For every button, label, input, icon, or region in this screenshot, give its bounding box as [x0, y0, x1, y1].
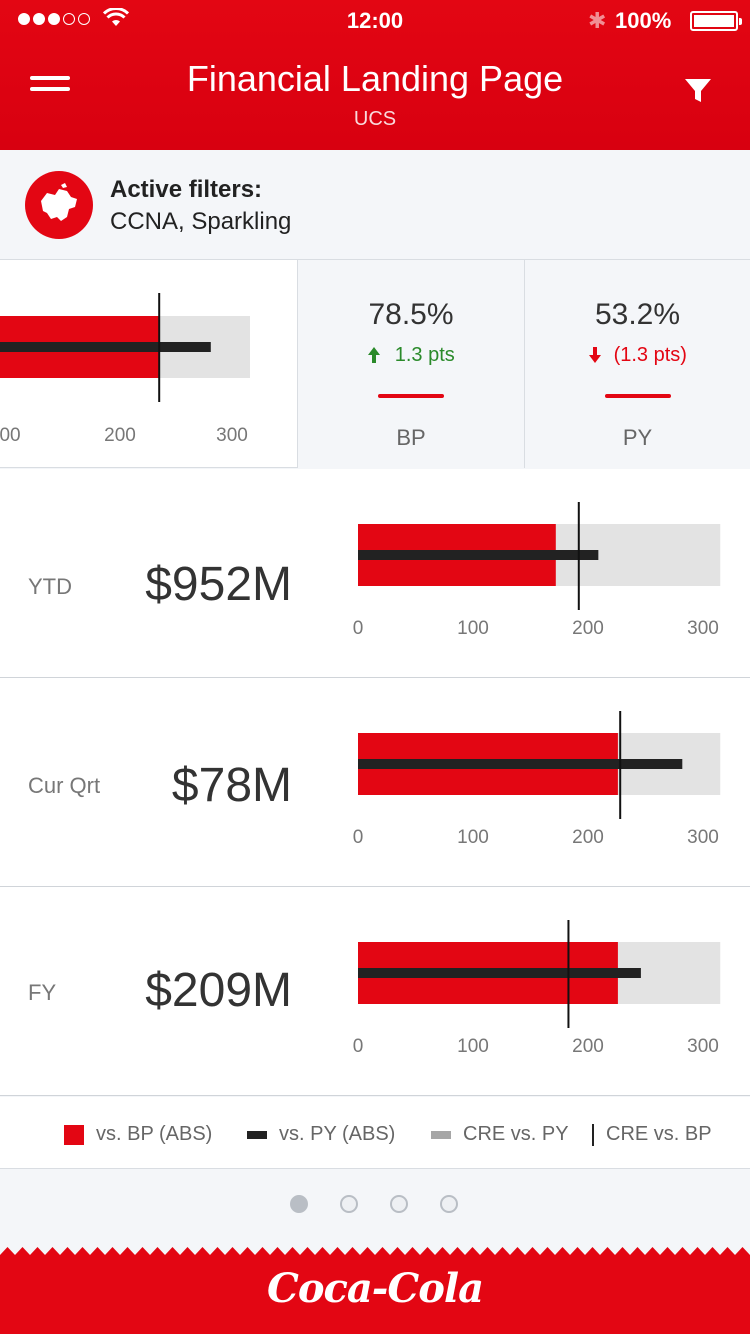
kpi-bp-delta-text: 1.3 pts [394, 344, 455, 366]
kpi-card-bp[interactable]: 78.5% 1.3 pts BP [298, 260, 525, 468]
metric-value: $78M [171, 759, 292, 812]
axis-tick-label: 00 [0, 425, 21, 446]
legend-item-cre-bp: CRE vs. BP [592, 1123, 712, 1146]
active-filters-label: Active filters: [110, 176, 263, 203]
axis-tick-label: 100 [457, 827, 489, 848]
page-dot-3[interactable] [390, 1195, 408, 1213]
page-dot-2[interactable] [340, 1195, 358, 1213]
kpi-summary-chart[interactable]: 00 200 300 [0, 260, 298, 468]
kpi-py-label: PY [622, 425, 653, 450]
kpi-py-indicator [604, 394, 671, 398]
metric-label: YTD [28, 574, 72, 599]
kpi-bp-label: BP [396, 425, 426, 450]
axis-tick-label: 300 [216, 425, 248, 446]
axis-tick-label: 200 [104, 425, 136, 446]
vs-py-bar [358, 968, 641, 978]
chart-legend: vs. BP (ABS) vs. PY (ABS) CRE vs. PY CRE… [0, 1097, 750, 1169]
metric-value: $952M [145, 558, 292, 611]
active-filters-value: CCNA, Sparkling [110, 208, 292, 235]
legend-swatch [431, 1130, 451, 1139]
axis-tick-label: 0 [353, 827, 364, 848]
legend-swatch [247, 1130, 267, 1139]
battery-icon [690, 11, 742, 31]
metric-row-ytd[interactable]: YTD $952M 0 100 200 300 [0, 469, 750, 678]
summary-bullet-chart: 00 200 300 [0, 293, 250, 446]
battery-percent: 100% [615, 8, 672, 33]
page-dot-1[interactable] [290, 1195, 308, 1213]
legend-swatch [64, 1124, 84, 1145]
axis-tick-label: 200 [572, 1036, 604, 1057]
metric-label: FY [28, 980, 57, 1005]
page-indicator [0, 1169, 750, 1247]
page-dot-4[interactable] [440, 1195, 458, 1213]
arrow-up-icon [367, 344, 395, 366]
axis-tick-label: 300 [687, 1036, 719, 1057]
bullet-chart-fy: 0 100 200 300 [353, 920, 721, 1057]
axis-tick-label: 300 [687, 618, 719, 639]
brand-footer: Coca-Cola [0, 1247, 750, 1334]
status-bar: 12:00 ✱ 100% [0, 0, 750, 40]
vs-py-bar [358, 550, 599, 560]
metric-row-cur-qrt[interactable]: Cur Qrt $78M 0 100 200 300 [0, 678, 750, 887]
axis-tick-label: 0 [353, 618, 364, 639]
legend-item-py: vs. PY (ABS) [247, 1123, 395, 1146]
region-map-icon [25, 171, 93, 239]
kpi-bp-value: 78.5% [368, 298, 454, 331]
funnel-icon [685, 79, 711, 102]
axis-tick-label: 100 [457, 1036, 489, 1057]
axis-tick-label: 200 [572, 827, 604, 848]
metric-label: Cur Qrt [28, 773, 101, 798]
app-header: 12:00 ✱ 100% Financial Landing Page UCS [0, 0, 750, 150]
legend-swatch [592, 1123, 594, 1146]
axis-tick-label: 100 [457, 618, 489, 639]
bluetooth-icon: ✱ [588, 8, 607, 33]
kpi-py-value: 53.2% [594, 298, 681, 331]
coca-cola-logo: Coca-Cola [266, 1265, 484, 1312]
kpi-py-delta-text: (1.3 pts) [613, 344, 687, 366]
legend-item-cre-py: CRE vs. PY [431, 1123, 569, 1146]
legend-item-bp: vs. BP (ABS) [64, 1123, 212, 1146]
vs-py-bar [0, 342, 211, 352]
metric-value: $209M [145, 964, 292, 1017]
axis-tick-label: 0 [353, 1036, 364, 1057]
kpi-bp-delta: 1.3 pts [298, 344, 524, 367]
active-filters-bar[interactable] [0, 150, 750, 260]
filter-button[interactable] [680, 72, 716, 108]
vs-py-bar [358, 759, 683, 769]
kpi-bp-indicator [378, 394, 444, 398]
arrow-down-icon [588, 344, 614, 366]
kpi-card-py[interactable]: 53.2% (1.3 pts) PY [525, 260, 750, 468]
axis-tick-label: 300 [687, 827, 719, 848]
kpi-py-delta: (1.3 pts) [525, 344, 750, 367]
page-subtitle: UCS [353, 108, 397, 130]
bullet-chart-cur-qrt: 0 100 200 300 [353, 711, 721, 848]
axis-tick-label: 200 [572, 618, 604, 639]
bullet-chart-ytd: 0 100 200 300 [353, 502, 721, 639]
page-title: Financial Landing Page [186, 58, 564, 99]
kpi-strip: 00 200 300 78.5% 1.3 pts BP 53.2% (1.3 pts… [0, 260, 750, 468]
metric-row-fy[interactable]: FY $209M 0 100 200 300 [0, 887, 750, 1096]
